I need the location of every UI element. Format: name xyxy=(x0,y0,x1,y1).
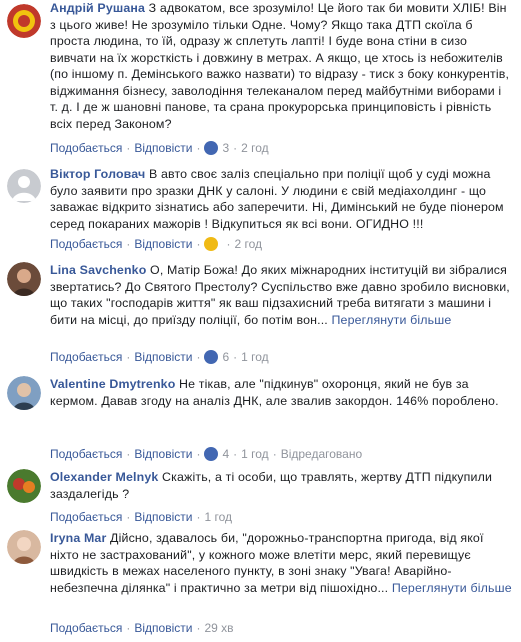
reply-link[interactable]: Відповісти xyxy=(134,510,192,524)
like-reaction-icon[interactable] xyxy=(204,447,219,461)
separator: · xyxy=(126,621,131,635)
like-link[interactable]: Подобається xyxy=(50,237,122,251)
separator: · xyxy=(226,237,231,251)
timestamp[interactable]: 2 год xyxy=(241,141,269,155)
comment-body: Lina Savchenko О, Матір Божа! До яких мі… xyxy=(50,262,512,328)
reaction-count[interactable]: 3 xyxy=(222,141,229,155)
reply-link[interactable]: Відповісти xyxy=(134,447,192,461)
comment-actions: Подобається · Відповісти · · 2 год xyxy=(50,236,262,252)
reaction-count[interactable]: 4 xyxy=(222,447,229,461)
separator: · xyxy=(233,447,238,461)
comment-body: Андрій Рушана З адвокатом, все зрозуміло… xyxy=(50,0,512,132)
like-link[interactable]: Подобається xyxy=(50,447,122,461)
reaction-count[interactable]: 6 xyxy=(222,350,229,364)
reply-link[interactable]: Відповісти xyxy=(134,237,192,251)
timestamp[interactable]: 2 год xyxy=(234,237,262,251)
avatar[interactable] xyxy=(7,262,41,296)
like-reaction-icon[interactable] xyxy=(204,350,219,364)
like-reaction-icon[interactable] xyxy=(204,141,219,155)
avatar[interactable] xyxy=(7,530,41,564)
like-link[interactable]: Подобається xyxy=(50,510,122,524)
see-more-link[interactable]: Переглянути більше xyxy=(392,581,512,595)
comment-actions: Подобається · Відповісти · 6 · 1 год xyxy=(50,349,269,365)
timestamp[interactable]: 29 хв xyxy=(204,621,233,635)
avatar[interactable] xyxy=(7,376,41,410)
timestamp[interactable]: 1 год xyxy=(241,447,269,461)
comment-body: Valentine Dmytrenko Не тікав, але "підки… xyxy=(50,376,512,409)
separator: · xyxy=(196,350,201,364)
comment-body: Olexander Melnyk Скажіть, а ті особи, що… xyxy=(50,469,512,502)
comment-author[interactable]: Valentine Dmytrenko xyxy=(50,377,175,391)
comment-body: Віктор Головач В авто своє заліз спеціал… xyxy=(50,166,512,232)
comment-author[interactable]: Андрій Рушана xyxy=(50,1,145,15)
separator: · xyxy=(126,141,131,155)
comment-author[interactable]: Lina Savchenko xyxy=(50,263,146,277)
separator: · xyxy=(126,447,131,461)
comment-author[interactable]: Iryna Mar xyxy=(50,531,106,545)
angry-reaction-icon[interactable] xyxy=(204,237,219,251)
comment-author[interactable]: Olexander Melnyk xyxy=(50,470,158,484)
reply-link[interactable]: Відповісти xyxy=(134,350,192,364)
comment-text: З адвокатом, все зрозуміло! Це його так … xyxy=(50,1,510,131)
comment-author[interactable]: Віктор Головач xyxy=(50,167,145,181)
like-link[interactable]: Подобається xyxy=(50,141,122,155)
separator: · xyxy=(196,447,201,461)
comment-actions: Подобається · Відповісти · 3 · 2 год xyxy=(50,140,269,156)
separator: · xyxy=(233,141,238,155)
separator: · xyxy=(126,510,131,524)
separator: · xyxy=(196,621,201,635)
separator: · xyxy=(196,237,201,251)
timestamp[interactable]: 1 год xyxy=(241,350,269,364)
comment-actions: Подобається · Відповісти · 29 хв xyxy=(50,620,234,636)
separator: · xyxy=(272,447,277,461)
separator: · xyxy=(126,237,131,251)
comment-actions: Подобається · Відповісти · 4 · 1 год · Відредаго… xyxy=(50,446,362,462)
reply-link[interactable]: Відповісти xyxy=(134,621,192,635)
avatar[interactable] xyxy=(7,4,41,38)
separator: · xyxy=(126,350,131,364)
avatar[interactable] xyxy=(7,169,41,203)
timestamp[interactable]: 1 год xyxy=(204,510,232,524)
comment-actions: Подобається · Відповісти · 1 год xyxy=(50,509,232,525)
separator: · xyxy=(196,510,201,524)
like-link[interactable]: Подобається xyxy=(50,621,122,635)
separator: · xyxy=(233,350,238,364)
like-link[interactable]: Подобається xyxy=(50,350,122,364)
edited-label[interactable]: Відредаговано xyxy=(281,447,362,461)
comment-body: Iryna Mar Дійсно, здавалось би, "дорожнь… xyxy=(50,530,512,596)
reply-link[interactable]: Відповісти xyxy=(134,141,192,155)
see-more-link[interactable]: Переглянути більше xyxy=(331,313,451,327)
separator: · xyxy=(196,141,201,155)
avatar[interactable] xyxy=(7,469,41,503)
